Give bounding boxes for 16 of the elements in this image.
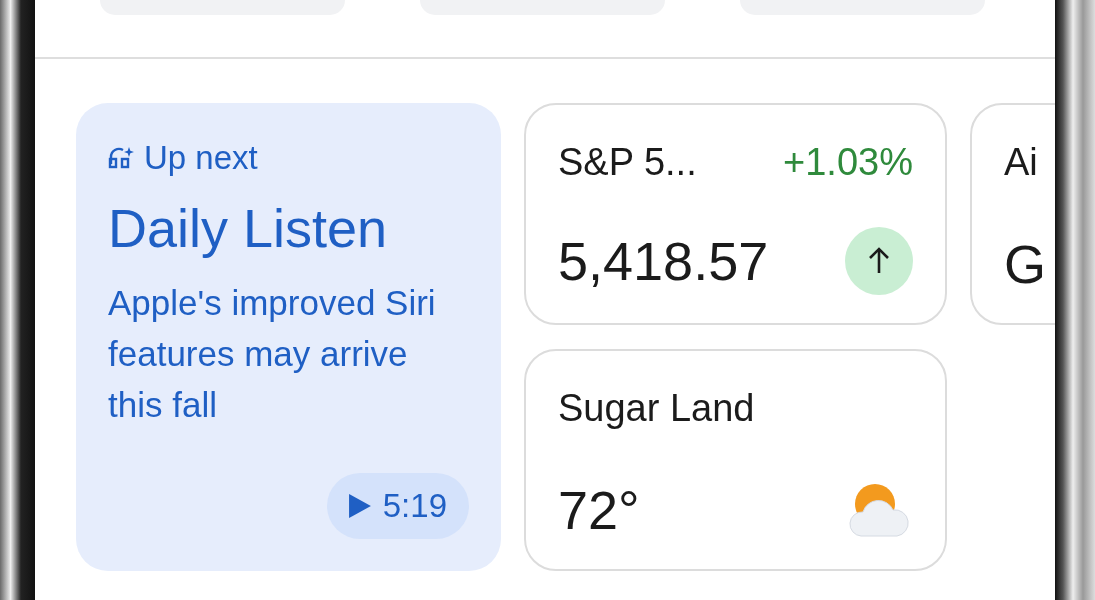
stock-value: 5,418.57 bbox=[558, 230, 769, 292]
up-next-label: Up next bbox=[144, 139, 258, 177]
temperature: 72° bbox=[558, 479, 640, 541]
play-button[interactable]: 5:19 bbox=[326, 473, 469, 539]
daily-listen-card[interactable]: Up next Daily Listen Apple's improved Siri features may arrive this fall 5:19 bbox=[76, 103, 501, 571]
card-title: Ai bbox=[1004, 141, 1039, 184]
weather-card[interactable]: Sugar Land 72° bbox=[524, 349, 947, 571]
stock-name: S&P 5... bbox=[558, 141, 697, 184]
stock-change: +1.03% bbox=[783, 141, 913, 184]
stock-card[interactable]: S&P 5... +1.03% 5,418.57 bbox=[524, 103, 947, 325]
headphones-sparkle-icon bbox=[108, 146, 134, 170]
weather-location: Sugar Land bbox=[558, 387, 755, 430]
card-value: G bbox=[1004, 233, 1047, 295]
story-summary: Apple's improved Siri features may arrive this fall bbox=[108, 282, 437, 426]
daily-listen-title: Daily Listen bbox=[108, 197, 389, 259]
play-icon bbox=[348, 494, 371, 518]
